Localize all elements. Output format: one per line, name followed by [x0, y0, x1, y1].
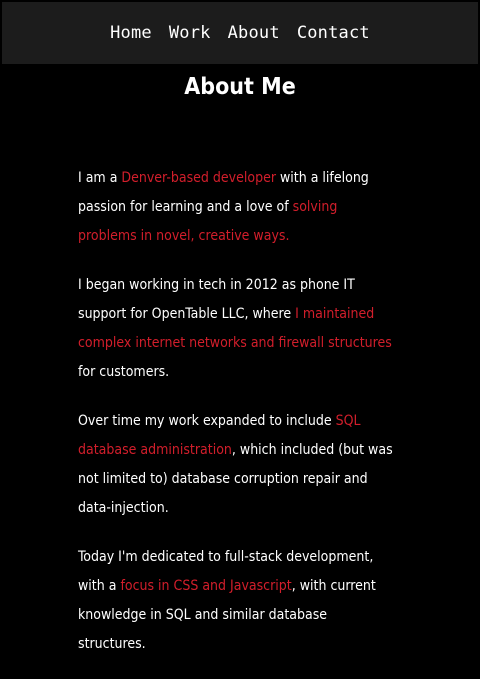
nav-about-link[interactable]: About [228, 23, 280, 43]
highlight-text: focus in CSS and Javascript [120, 578, 292, 594]
about-paragraph-fullstack: Today I'm dedicated to full-stack develo… [78, 543, 396, 659]
about-paragraph-sql: Over time my work expanded to include SQ… [78, 407, 396, 523]
text: Over time my work expanded to include [78, 413, 336, 429]
highlight-text: Denver-based developer [121, 170, 276, 186]
page-title: About Me [184, 74, 296, 100]
about-paragraph-intro: I am a Denver-based developer with a lif… [78, 164, 396, 251]
about-content: I am a Denver-based developer with a lif… [78, 164, 396, 679]
text: I am a [78, 170, 122, 186]
nav-contact-link[interactable]: Contact [297, 23, 370, 43]
text: for customers. [78, 364, 170, 380]
about-paragraph-it-support: I began working in tech in 2012 as phone… [78, 271, 396, 387]
nav-home-link[interactable]: Home [110, 23, 152, 43]
nav-work-link[interactable]: Work [169, 23, 211, 43]
top-navbar: Home Work About Contact [2, 2, 478, 64]
